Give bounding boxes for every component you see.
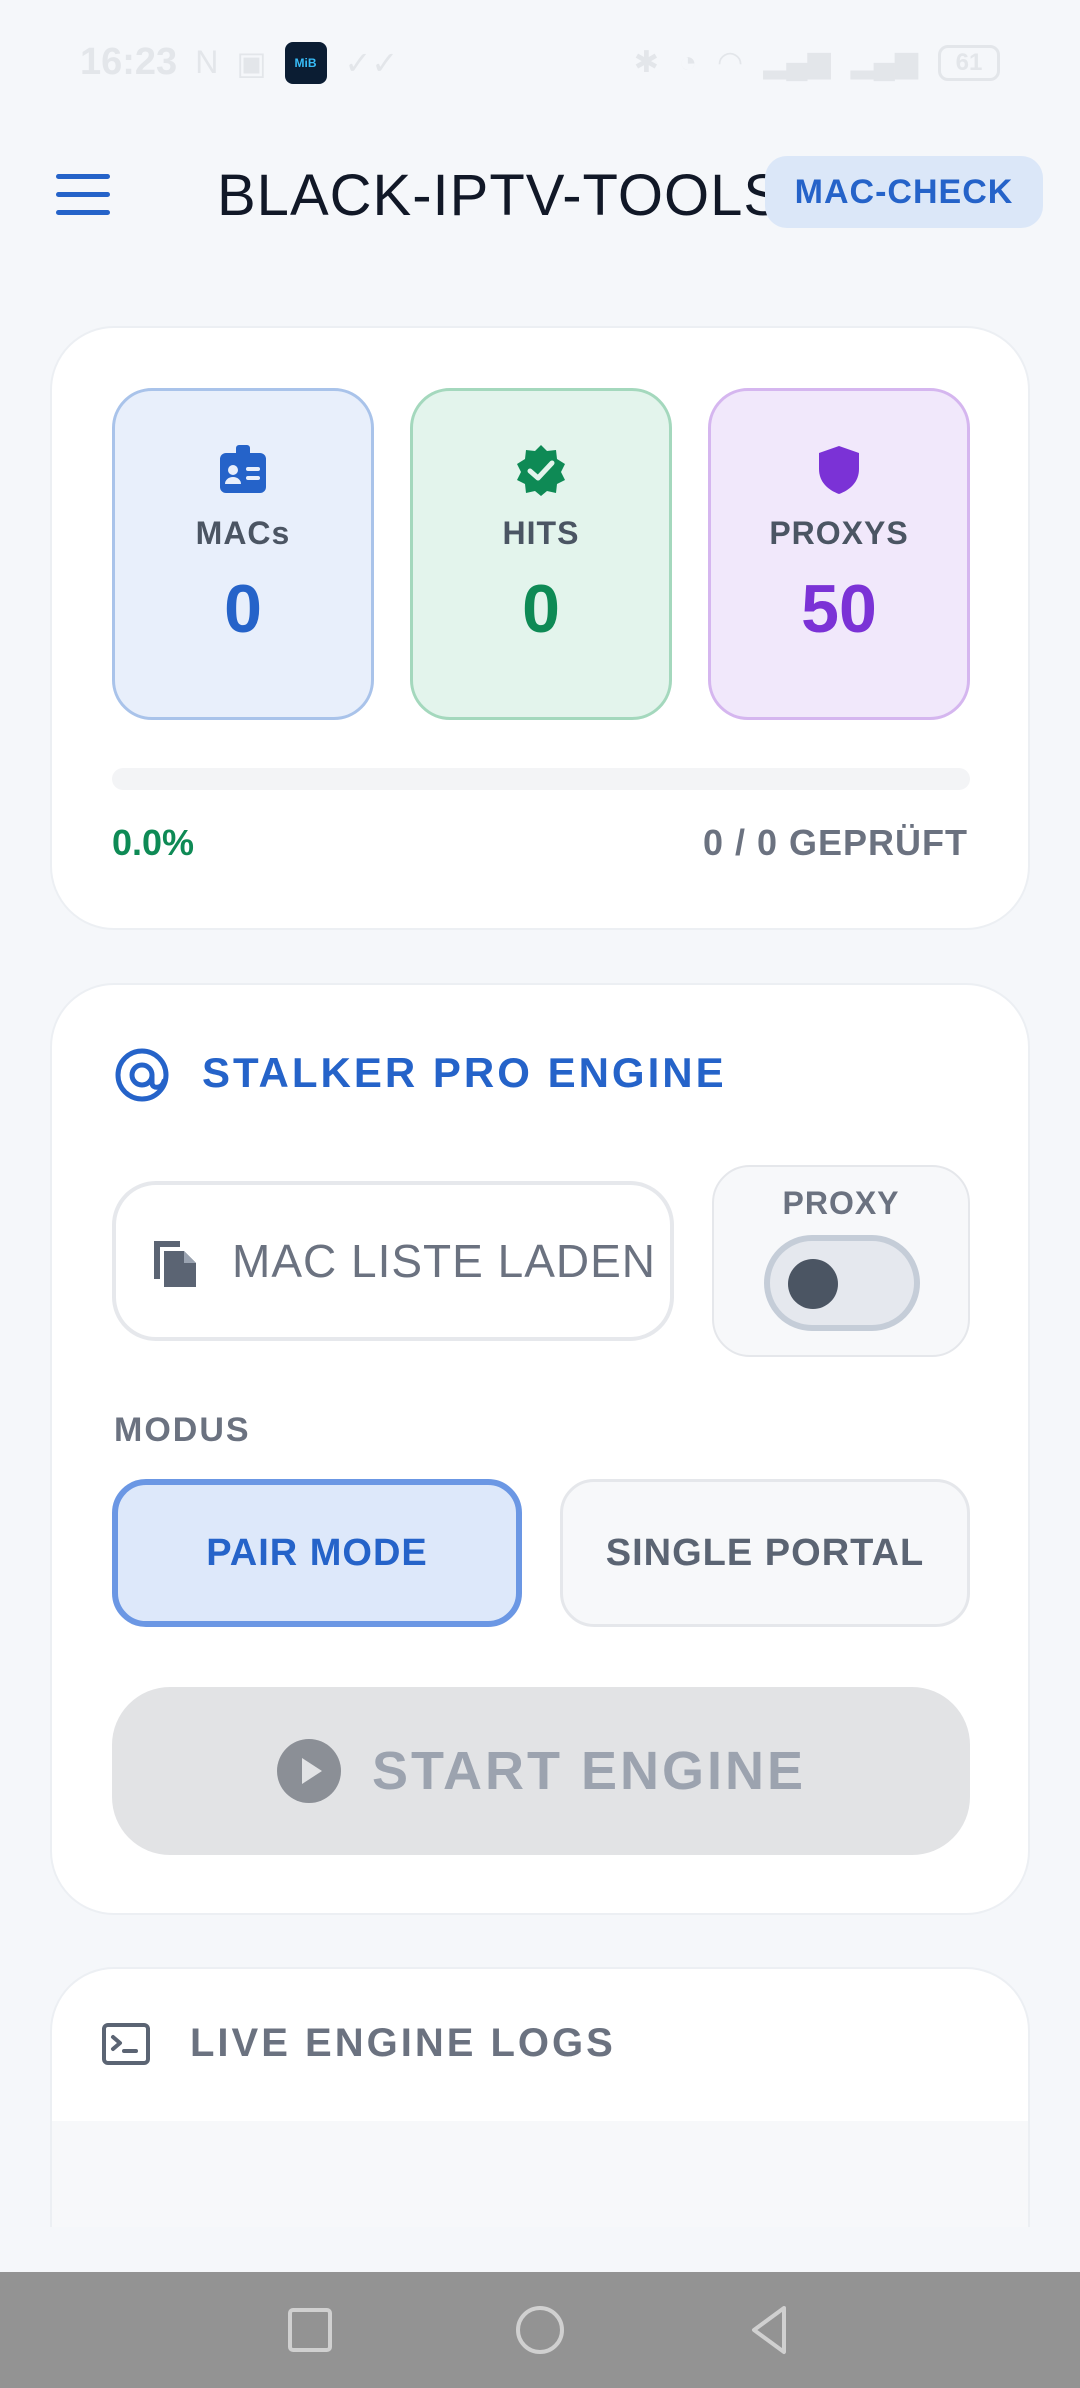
file-copy-icon bbox=[154, 1241, 196, 1287]
home-circle-icon[interactable] bbox=[510, 2300, 570, 2360]
progress-percent: 0.0% bbox=[112, 822, 195, 863]
logs-card: LIVE ENGINE LOGS bbox=[50, 1967, 1030, 2227]
status-left: 16:23 N ▣ MiB ✓✓ bbox=[80, 41, 398, 84]
start-engine-label: START ENGINE bbox=[371, 1741, 806, 1801]
proxy-label: PROXY bbox=[782, 1185, 900, 1221]
toggle-knob bbox=[788, 1259, 838, 1309]
nfc-icon: N bbox=[195, 44, 219, 80]
system-nav-bar bbox=[0, 2272, 1080, 2388]
mac-list-load-button[interactable]: MAC LISTE LADEN bbox=[112, 1181, 674, 1341]
stat-proxys-label: PROXYS bbox=[769, 515, 909, 551]
play-circle-icon bbox=[276, 1739, 341, 1803]
start-engine-button[interactable]: START ENGINE bbox=[112, 1687, 970, 1855]
pair-mode-button[interactable]: PAIR MODE bbox=[112, 1479, 522, 1627]
stat-proxys: PROXYS 50 bbox=[708, 388, 970, 720]
stat-hits-label: HITS bbox=[502, 515, 580, 551]
menu-icon[interactable] bbox=[56, 170, 112, 220]
app-icon: MiB bbox=[284, 41, 327, 84]
app-title: BLACK-IPTV-TOOLS bbox=[217, 163, 784, 228]
signal-icon: ▂▄▆ bbox=[763, 46, 831, 79]
verified-check-icon bbox=[517, 445, 565, 496]
single-portal-button[interactable]: SINGLE PORTAL bbox=[560, 1479, 970, 1627]
terminal-icon bbox=[102, 2023, 150, 2065]
app-header: BLACK-IPTV-TOOLS MAC-CHECK bbox=[0, 140, 1080, 250]
proxy-toggle[interactable] bbox=[764, 1235, 920, 1331]
proxy-toggle-box: PROXY bbox=[712, 1165, 970, 1357]
logs-output bbox=[52, 2121, 1028, 2227]
recents-square-icon[interactable] bbox=[280, 2300, 340, 2360]
modus-label: MODUS bbox=[114, 1411, 251, 1449]
id-badge-icon bbox=[220, 445, 266, 493]
bluetooth-icon: ✱ bbox=[633, 46, 659, 79]
stat-hits-value: 0 bbox=[522, 571, 560, 647]
stat-macs-value: 0 bbox=[224, 571, 262, 647]
check-icon: ✓✓ bbox=[344, 44, 399, 81]
progress-bar bbox=[112, 768, 970, 790]
at-target-icon bbox=[115, 1048, 169, 1102]
shield-icon bbox=[819, 446, 859, 494]
stats-card: MACs 0 HITS 0 PROXYS 50 0.0% 0 / 0 GEPRÜ… bbox=[50, 326, 1030, 930]
mac-list-load-label: MAC LISTE LADEN bbox=[232, 1235, 656, 1287]
stat-macs-label: MACs bbox=[195, 515, 291, 551]
mac-check-button[interactable]: MAC-CHECK bbox=[765, 156, 1043, 228]
status-right: ✱ ◔ ◠ ▂▄▆ ▂▄▆ 61 bbox=[633, 44, 1000, 81]
logs-title: LIVE ENGINE LOGS bbox=[190, 2021, 616, 2065]
stat-macs: MACs 0 bbox=[112, 388, 374, 720]
engine-card: STALKER PRO ENGINE MAC LISTE LADEN PROXY… bbox=[50, 983, 1030, 1915]
signal-icon-2: ▂▄▆ bbox=[850, 46, 918, 79]
photo-icon: ▣ bbox=[236, 44, 267, 81]
status-time: 16:23 bbox=[80, 41, 178, 83]
engine-title: STALKER PRO ENGINE bbox=[202, 1049, 727, 1096]
back-triangle-icon[interactable] bbox=[740, 2300, 800, 2360]
battery-icon: 61 bbox=[938, 44, 1000, 81]
stat-hits: HITS 0 bbox=[410, 388, 672, 720]
checked-count: 0 / 0 GEPRÜFT bbox=[702, 822, 968, 863]
status-bar: 16:23 N ▣ MiB ✓✓ ✱ ◔ ◠ ▂▄▆ ▂▄▆ 61 bbox=[0, 0, 1080, 125]
mute-icon: ◔ bbox=[678, 45, 697, 79]
stat-proxys-value: 50 bbox=[801, 571, 877, 647]
wifi-icon: ◠ bbox=[717, 46, 744, 79]
